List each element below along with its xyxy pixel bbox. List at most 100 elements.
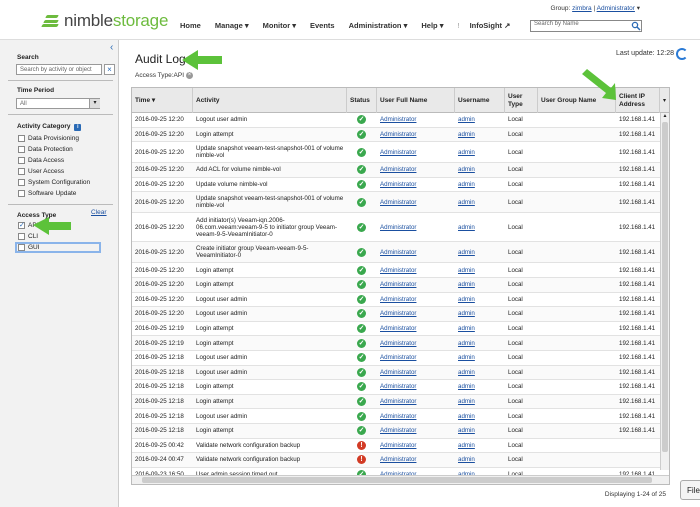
username-link[interactable]: admin bbox=[458, 427, 475, 434]
chevron-down-icon[interactable]: ▾ bbox=[89, 99, 100, 108]
table-row[interactable]: 2016-09-25 12:18 Login attempt ✓ Administra… bbox=[132, 380, 660, 395]
table-row[interactable]: 2016-09-25 12:20 Create initiator group V… bbox=[132, 242, 660, 264]
user-full-name-link[interactable]: Administrator bbox=[380, 131, 416, 138]
collapse-sidebar-icon[interactable]: ‹ bbox=[110, 42, 113, 53]
activity-search-input[interactable]: Search by activity or object bbox=[16, 64, 102, 75]
user-full-name-link[interactable]: Administrator bbox=[380, 456, 416, 463]
username-link[interactable]: admin bbox=[458, 116, 475, 123]
category-user-access[interactable]: User Access bbox=[18, 168, 64, 175]
table-row[interactable]: 2016-09-25 12:20 Login attempt ✓ Administra… bbox=[132, 263, 660, 278]
user-full-name-link[interactable]: Administrator bbox=[380, 116, 416, 123]
nav-monitor[interactable]: Monitor ▾ bbox=[263, 21, 296, 30]
col-client-ip[interactable]: Client IP Address bbox=[616, 88, 660, 113]
checkbox-icon[interactable] bbox=[18, 146, 25, 153]
user-full-name-link[interactable]: Administrator bbox=[380, 325, 416, 332]
user-full-name-link[interactable]: Administrator bbox=[380, 224, 416, 231]
table-row[interactable]: 2016-09-25 12:20 Login attempt ✓ Administra… bbox=[132, 127, 660, 143]
group-link[interactable]: zimbra bbox=[572, 5, 592, 12]
table-row[interactable]: 2016-09-25 12:20 Update snapshot veeam-te… bbox=[132, 192, 660, 214]
username-link[interactable]: admin bbox=[458, 456, 475, 463]
checkbox-icon[interactable] bbox=[18, 157, 25, 164]
table-row[interactable]: 2016-09-25 12:20 Login attempt ✓ Administra… bbox=[132, 277, 660, 293]
checkbox-icon[interactable] bbox=[18, 244, 25, 251]
username-link[interactable]: admin bbox=[458, 166, 475, 173]
user-full-name-link[interactable]: Administrator bbox=[380, 281, 416, 288]
category-data-provisioning[interactable]: Data Provisioning bbox=[18, 135, 79, 142]
nav-events[interactable]: Events bbox=[310, 21, 335, 30]
user-full-name-link[interactable]: Administrator bbox=[380, 249, 416, 256]
nav-manage[interactable]: Manage ▾ bbox=[215, 21, 249, 30]
table-row[interactable]: 2016-09-25 12:20 Logout user admin ✓ Admini… bbox=[132, 307, 660, 322]
table-row[interactable]: 2016-09-25 12:19 Login attempt ✓ Administra… bbox=[132, 336, 660, 351]
user-full-name-link[interactable]: Administrator bbox=[380, 354, 416, 361]
nimble-storage-logo[interactable]: nimblestorage bbox=[41, 11, 168, 31]
username-link[interactable]: admin bbox=[458, 310, 475, 317]
table-row[interactable]: 2016-09-25 12:20 Add ACL for volume nimbl… bbox=[132, 163, 660, 178]
table-row[interactable]: 2016-09-25 00:42 Validate network configu… bbox=[132, 439, 660, 454]
table-row[interactable]: 2016-09-25 12:19 Login attempt ✓ Administra… bbox=[132, 322, 660, 337]
user-full-name-link[interactable]: Administrator bbox=[380, 369, 416, 376]
table-row[interactable]: 2016-09-25 12:18 Login attempt ✓ Administra… bbox=[132, 394, 660, 410]
remove-filter-icon[interactable]: × bbox=[186, 72, 194, 79]
table-row[interactable]: 2016-09-25 12:20 Update snapshot veeam-te… bbox=[132, 142, 660, 164]
username-link[interactable]: admin bbox=[458, 413, 475, 420]
table-row[interactable]: 2016-09-24 00:47 Validate network configu… bbox=[132, 453, 660, 468]
username-link[interactable]: admin bbox=[458, 325, 475, 332]
table-row[interactable]: 2016-09-25 12:20 Add initiator(s) Veeam-i… bbox=[132, 213, 660, 243]
table-row[interactable]: 2016-09-25 12:20 Logout user admin ✓ Admini… bbox=[132, 113, 660, 128]
col-time[interactable]: Time ▾ bbox=[132, 88, 193, 113]
user-full-name-link[interactable]: Administrator bbox=[380, 267, 416, 274]
table-row[interactable]: 2016-09-25 12:18 Logout user admin ✓ Admini… bbox=[132, 409, 660, 424]
vertical-scrollbar[interactable]: ▲ bbox=[660, 113, 669, 470]
checkbox-checked-icon[interactable]: ✓ bbox=[18, 222, 25, 229]
access-type-gui[interactable]: GUI bbox=[15, 242, 101, 253]
clear-access-type-link[interactable]: Clear bbox=[91, 209, 107, 216]
username-link[interactable]: admin bbox=[458, 354, 475, 361]
nav-infosight[interactable]: InfoSight ↗ bbox=[470, 21, 511, 30]
user-full-name-link[interactable]: Administrator bbox=[380, 166, 416, 173]
username-link[interactable]: admin bbox=[458, 442, 475, 449]
username-link[interactable]: admin bbox=[458, 296, 475, 303]
user-full-name-link[interactable]: Administrator bbox=[380, 181, 416, 188]
username-link[interactable]: admin bbox=[458, 149, 475, 156]
username-link[interactable]: admin bbox=[458, 267, 475, 274]
table-row[interactable]: 2016-09-25 12:20 Logout user admin ✓ Admini… bbox=[132, 293, 660, 308]
global-search-input[interactable]: Search by Name bbox=[530, 20, 642, 32]
refresh-icon[interactable] bbox=[676, 48, 688, 60]
username-link[interactable]: admin bbox=[458, 281, 475, 288]
username-link[interactable]: admin bbox=[458, 199, 475, 206]
time-period-select[interactable]: All bbox=[16, 98, 100, 109]
user-full-name-link[interactable]: Administrator bbox=[380, 413, 416, 420]
user-full-name-link[interactable]: Administrator bbox=[380, 383, 416, 390]
checkbox-icon[interactable] bbox=[18, 233, 25, 240]
info-icon[interactable]: i bbox=[74, 124, 82, 131]
col-status[interactable]: Status bbox=[347, 88, 377, 113]
column-menu-chevron-icon[interactable]: ▾ bbox=[660, 97, 669, 104]
category-data-protection[interactable]: Data Protection bbox=[18, 146, 73, 153]
user-full-name-link[interactable]: Administrator bbox=[380, 149, 416, 156]
checkbox-icon[interactable] bbox=[18, 135, 25, 142]
scroll-up-icon[interactable]: ▲ bbox=[661, 113, 669, 121]
username-link[interactable]: admin bbox=[458, 398, 475, 405]
table-row[interactable]: 2016-09-25 12:18 Logout user admin ✓ Admini… bbox=[132, 351, 660, 366]
scroll-thumb[interactable] bbox=[662, 122, 668, 452]
category-software-update[interactable]: Software Update bbox=[18, 190, 76, 197]
col-activity[interactable]: Activity bbox=[193, 88, 347, 113]
username-link[interactable]: admin bbox=[458, 131, 475, 138]
username-link[interactable]: admin bbox=[458, 224, 475, 231]
file-button[interactable]: File bbox=[680, 480, 700, 500]
user-full-name-link[interactable]: Administrator bbox=[380, 398, 416, 405]
horizontal-scrollbar[interactable] bbox=[132, 475, 669, 484]
col-username[interactable]: Username bbox=[455, 88, 505, 113]
col-user-full-name[interactable]: User Full Name bbox=[377, 88, 455, 113]
username-link[interactable]: admin bbox=[458, 383, 475, 390]
checkbox-icon[interactable] bbox=[18, 168, 25, 175]
clear-search-icon[interactable]: × bbox=[104, 64, 115, 75]
checkbox-icon[interactable] bbox=[18, 179, 25, 186]
user-full-name-link[interactable]: Administrator bbox=[380, 296, 416, 303]
table-row[interactable]: 2016-09-25 12:18 Logout user admin ✓ Admini… bbox=[132, 365, 660, 381]
user-full-name-link[interactable]: Administrator bbox=[380, 427, 416, 434]
user-menu-link[interactable]: Administrator bbox=[597, 5, 635, 12]
user-menu-caret-icon[interactable]: ▾ bbox=[637, 5, 640, 12]
username-link[interactable]: admin bbox=[458, 181, 475, 188]
